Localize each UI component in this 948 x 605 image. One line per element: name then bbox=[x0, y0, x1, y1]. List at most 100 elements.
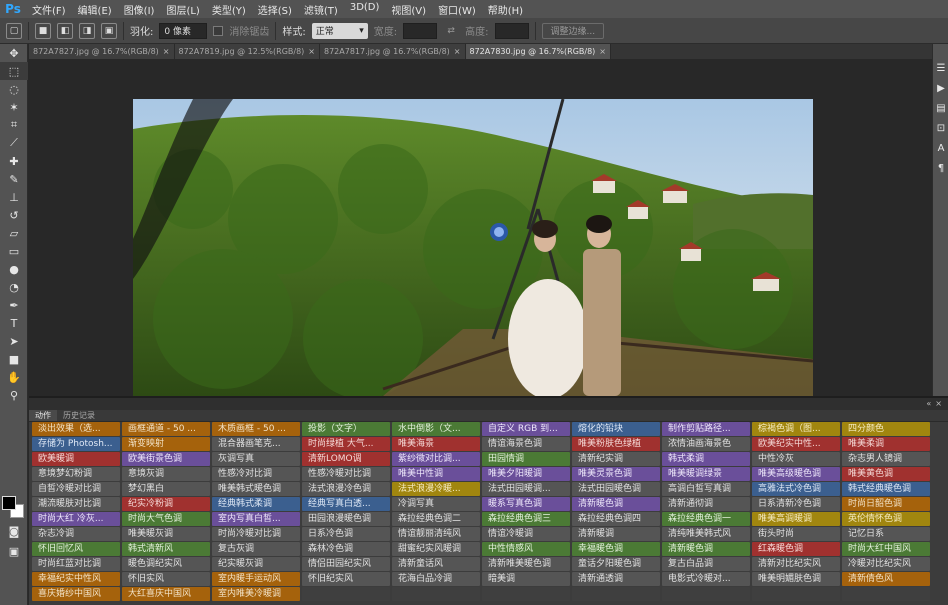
subtract-selection-icon[interactable]: ◨ bbox=[79, 22, 95, 39]
document-tab[interactable]: 872A7827.jpg @ 16.7%(RGB/8) × bbox=[29, 44, 175, 59]
action-button[interactable]: 怀旧实风 bbox=[122, 572, 210, 586]
action-button[interactable]: 棕褐色调（图... bbox=[752, 422, 840, 436]
menu-item[interactable]: 文件(F) bbox=[26, 2, 72, 17]
action-button[interactable]: 情谊冷暖调 bbox=[482, 527, 570, 541]
action-button[interactable]: 日系清新冷色调 bbox=[752, 497, 840, 511]
action-button[interactable]: 复古灰调 bbox=[212, 542, 300, 556]
action-button[interactable]: 紫纱微对比调... bbox=[392, 452, 480, 466]
action-button[interactable]: 性感冷对比调 bbox=[212, 467, 300, 481]
action-button[interactable]: 情侣田园纪实风 bbox=[302, 557, 390, 571]
action-button[interactable]: 电影式冷暖对... bbox=[662, 572, 750, 586]
action-button[interactable]: 清新暖调 bbox=[572, 527, 660, 541]
action-button[interactable]: 韩式柔调 bbox=[662, 452, 750, 466]
action-button[interactable]: 情谊靓丽清纯风 bbox=[392, 527, 480, 541]
canvas-area[interactable] bbox=[29, 59, 932, 396]
close-icon[interactable]: × bbox=[163, 47, 170, 56]
action-button[interactable]: 怀旧纪实风 bbox=[302, 572, 390, 586]
width-input[interactable] bbox=[403, 22, 438, 39]
new-selection-icon[interactable]: ■ bbox=[35, 22, 51, 39]
rect-marquee-tool-icon[interactable]: ⬚ bbox=[0, 62, 28, 80]
action-button[interactable]: 清新暖色调 bbox=[572, 497, 660, 511]
action-button[interactable]: 唯美黄色调 bbox=[842, 467, 930, 481]
action-button[interactable]: 田园情调 bbox=[482, 452, 570, 466]
action-button[interactable]: 街头时尚 bbox=[752, 527, 840, 541]
swap-icon[interactable]: ⇄ bbox=[443, 23, 459, 39]
action-button[interactable]: 室内唯美冷暖调 bbox=[212, 587, 300, 601]
action-button[interactable]: 怀旧回忆风 bbox=[32, 542, 120, 556]
quick-mask-icon[interactable]: ◙ bbox=[0, 522, 28, 540]
dodge-tool-icon[interactable]: ◔ bbox=[0, 278, 28, 296]
action-button[interactable]: 唯美高级暖色调 bbox=[752, 467, 840, 481]
action-button[interactable]: 清纯唯美韩式风 bbox=[662, 527, 750, 541]
refine-edge-button[interactable]: 调整边缘... bbox=[541, 22, 605, 39]
history-brush-tool-icon[interactable]: ↺ bbox=[0, 206, 28, 224]
action-button[interactable]: 复古白品调 bbox=[662, 557, 750, 571]
action-button[interactable]: 清新LOMO调 bbox=[302, 452, 390, 466]
action-button[interactable]: 森拉经典色调一 bbox=[662, 512, 750, 526]
action-button[interactable]: 浓情油画海景色 bbox=[662, 437, 750, 451]
action-button[interactable]: 唯美粉肤色绿植 bbox=[572, 437, 660, 451]
action-button[interactable]: 唯美灵景色调 bbox=[572, 467, 660, 481]
move-tool-icon[interactable]: ✥ bbox=[0, 44, 28, 62]
add-selection-icon[interactable]: ◧ bbox=[57, 22, 73, 39]
action-button[interactable]: 唯美中性调 bbox=[392, 467, 480, 481]
action-button[interactable]: 英伦情怀色调 bbox=[842, 512, 930, 526]
action-button[interactable]: 清新通彻调 bbox=[662, 497, 750, 511]
menu-item[interactable]: 帮助(H) bbox=[482, 2, 529, 17]
action-button[interactable]: 性感冷暖对比调 bbox=[302, 467, 390, 481]
action-button[interactable]: 时尚冷暖对比调 bbox=[212, 527, 300, 541]
action-button[interactable]: 森拉经典色调三 bbox=[482, 512, 570, 526]
lasso-tool-icon[interactable]: ◌ bbox=[0, 80, 28, 98]
action-button[interactable]: 暖系写真色调 bbox=[482, 497, 570, 511]
menu-item[interactable]: 视图(V) bbox=[385, 2, 432, 17]
action-button[interactable]: 记忆日系 bbox=[842, 527, 930, 541]
action-button[interactable]: 森拉经典色调四 bbox=[572, 512, 660, 526]
color-swatches[interactable] bbox=[2, 496, 26, 520]
action-button[interactable]: 高雅法式冷色调 bbox=[752, 482, 840, 496]
action-button[interactable]: 存储为 Photosh... bbox=[32, 437, 120, 451]
action-button[interactable]: 时尚红蓝对比调 bbox=[32, 557, 120, 571]
crop-tool-icon[interactable]: ⌗ bbox=[0, 116, 28, 134]
menu-item[interactable]: 图像(I) bbox=[118, 2, 161, 17]
action-button[interactable]: 意境灰调 bbox=[122, 467, 210, 481]
action-button[interactable]: 唯美海景 bbox=[392, 437, 480, 451]
action-button[interactable]: 经典韩式柔调 bbox=[212, 497, 300, 511]
type-tool-icon[interactable]: T bbox=[0, 314, 28, 332]
hand-tool-icon[interactable]: ✋ bbox=[0, 368, 28, 386]
action-button[interactable]: 冷暖对比纪实风 bbox=[842, 557, 930, 571]
tab-actions[interactable]: 动作 bbox=[29, 410, 57, 421]
action-button[interactable]: 水中倒影（文... bbox=[392, 422, 480, 436]
action-button[interactable]: 时尚大红中国风 bbox=[842, 542, 930, 556]
action-button[interactable]: 韩式清新风 bbox=[122, 542, 210, 556]
action-button[interactable]: 法式田园暖色调 bbox=[572, 482, 660, 496]
close-icon[interactable]: × bbox=[454, 47, 461, 56]
action-button[interactable]: 韩式经典暖色调 bbox=[842, 482, 930, 496]
action-button[interactable]: 木质画框 - 50 ... bbox=[212, 422, 300, 436]
action-button[interactable]: 画框通道 - 50 ... bbox=[122, 422, 210, 436]
action-button[interactable]: 纪实冷粉调 bbox=[122, 497, 210, 511]
eraser-tool-icon[interactable]: ▱ bbox=[0, 224, 28, 242]
action-button[interactable]: 清新通透调 bbox=[572, 572, 660, 586]
tab-history[interactable]: 历史记录 bbox=[57, 410, 101, 421]
action-button[interactable]: 红森暖色调 bbox=[752, 542, 840, 556]
action-button[interactable]: 清新纪实调 bbox=[572, 452, 660, 466]
action-button[interactable]: 法式浪漫冷色调 bbox=[302, 482, 390, 496]
action-button[interactable]: 室内写真白皙... bbox=[212, 512, 300, 526]
menu-item[interactable]: 编辑(E) bbox=[72, 2, 118, 17]
action-button[interactable]: 欧美纪实中性... bbox=[752, 437, 840, 451]
screen-mode-icon[interactable]: ▣ bbox=[0, 542, 28, 560]
action-button[interactable]: 童话夕阳暖色调 bbox=[572, 557, 660, 571]
action-button[interactable]: 森拉经典色调二 bbox=[392, 512, 480, 526]
close-icon[interactable]: × bbox=[935, 399, 942, 408]
layers-panel-icon[interactable]: ▤ bbox=[933, 98, 948, 118]
action-button[interactable]: 喜庆婚纱中国风 bbox=[32, 587, 120, 601]
action-button[interactable]: 熔化的铅块 bbox=[572, 422, 660, 436]
feather-input[interactable]: 0 像素 bbox=[159, 22, 208, 39]
menu-item[interactable]: 类型(Y) bbox=[206, 2, 252, 17]
action-button[interactable]: 清新对比纪实风 bbox=[752, 557, 840, 571]
character-panel-icon[interactable]: A bbox=[933, 138, 948, 158]
action-button[interactable]: 唯美高调暖调 bbox=[752, 512, 840, 526]
action-button[interactable]: 制作剪贴路径... bbox=[662, 422, 750, 436]
height-input[interactable] bbox=[494, 22, 529, 39]
action-button[interactable]: 清新童话风 bbox=[392, 557, 480, 571]
